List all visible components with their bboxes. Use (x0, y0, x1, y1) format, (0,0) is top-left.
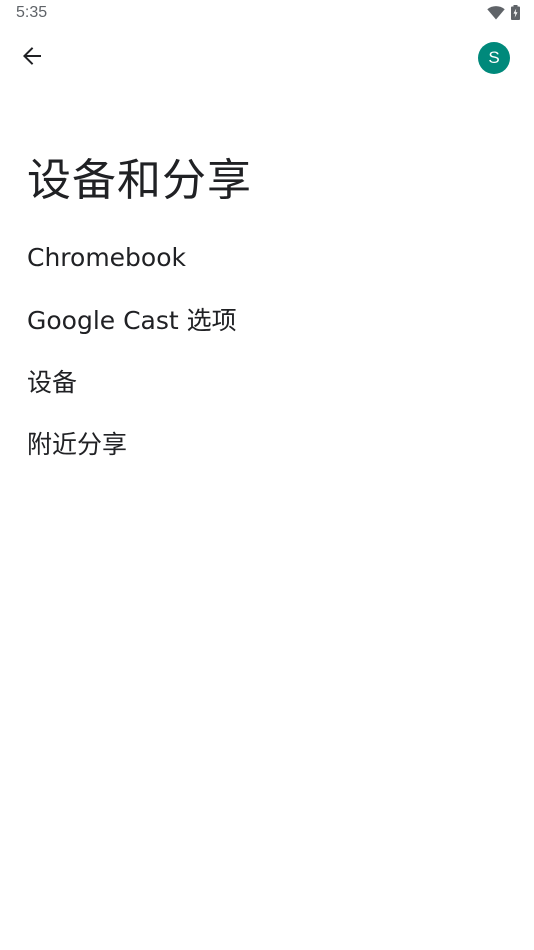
status-icons (487, 5, 520, 24)
settings-item-nearby-share[interactable]: 附近分享 (0, 412, 534, 474)
wifi-icon (487, 5, 505, 24)
settings-item-label: Google Cast 选项 (27, 306, 237, 335)
settings-item-label: 设备 (27, 368, 78, 397)
avatar[interactable]: S (478, 42, 510, 74)
settings-item-chromebook[interactable]: Chromebook (0, 226, 534, 288)
status-bar: 5:35 (0, 0, 534, 28)
back-button[interactable] (10, 34, 54, 82)
battery-charging-icon (511, 5, 520, 24)
settings-item-label: 附近分享 (27, 430, 128, 459)
status-time: 5:35 (16, 4, 48, 21)
app-bar: S (0, 34, 534, 82)
settings-item-google-cast-options[interactable]: Google Cast 选项 (0, 288, 534, 350)
settings-item-devices[interactable]: 设备 (0, 350, 534, 412)
avatar-letter: S (488, 48, 500, 67)
settings-item-label: Chromebook (27, 242, 186, 272)
arrow-back-icon (21, 45, 43, 71)
settings-list: Chromebook Google Cast 选项 设备 附近分享 (0, 226, 534, 474)
page-title: 设备和分享 (27, 155, 252, 206)
